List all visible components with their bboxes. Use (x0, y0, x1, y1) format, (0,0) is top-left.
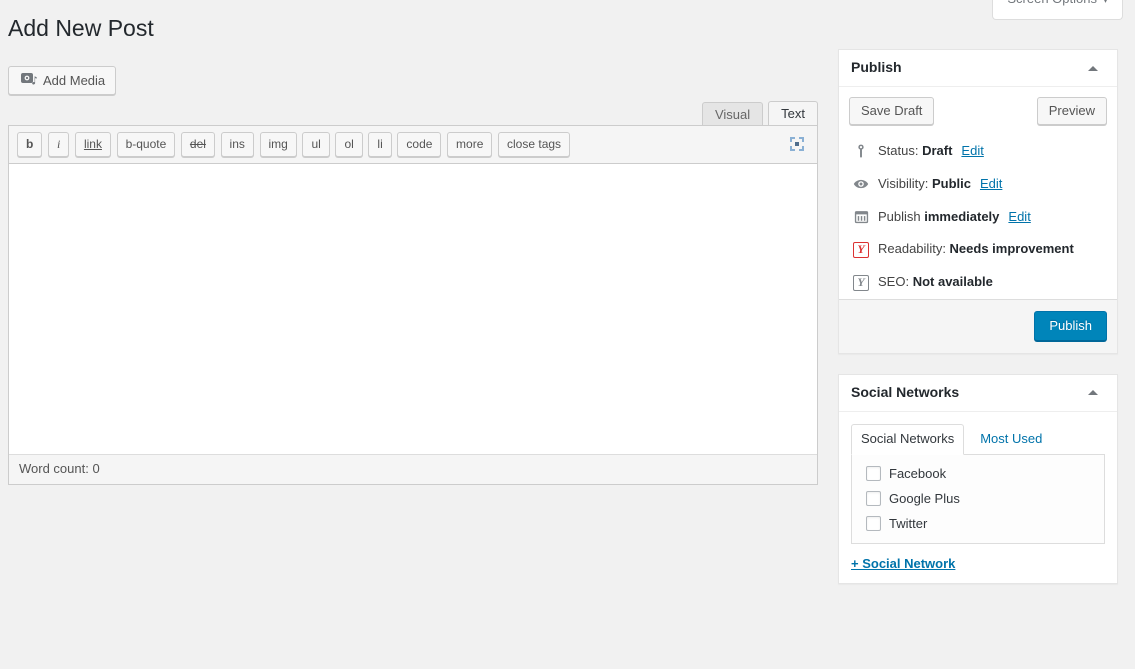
quicktag-b-quote[interactable]: b-quote (116, 132, 176, 157)
readability-value: Needs improvement (949, 241, 1074, 257)
readability-text: Readability: Needs improvement (878, 239, 1074, 260)
triangle-up-shape (1088, 65, 1098, 71)
tab-visual[interactable]: Visual (701, 102, 764, 126)
publish-postbox-header: Publish (839, 50, 1117, 87)
quicktag-ul[interactable]: ul (302, 132, 330, 157)
readability-prefix: Readability: (878, 241, 950, 257)
screen-options-tab[interactable]: Screen Options ▾ (992, 0, 1123, 20)
social-networks-title: Social Networks (851, 384, 960, 401)
list-item: Facebook (866, 465, 1094, 483)
fullscreen-expand-icon[interactable] (785, 132, 809, 156)
sidebar-postbox-container: Publish Save Draft Preview Status: Draft… (838, 49, 1118, 604)
checkbox-label-google-plus: Google Plus (889, 490, 960, 506)
social-networks-checklist: Facebook Google Plus Twitter (866, 465, 1094, 533)
post-visibility-text: Visibility: Public (878, 174, 971, 195)
readability-row: Y Readability: Needs improvement (849, 233, 1107, 266)
social-networks-tabs: Social Networks Most Used (851, 423, 1105, 455)
draft-preview-row: Save Draft Preview (849, 97, 1107, 135)
media-icon (19, 70, 39, 90)
seo-row: Y SEO: Not available (849, 266, 1107, 299)
add-media-button[interactable]: Add Media (8, 66, 117, 95)
tab-item-social-networks: Social Networks (851, 423, 965, 455)
preview-button[interactable]: Preview (1036, 97, 1107, 125)
publish-major-actions: Publish (839, 298, 1117, 353)
quicktag-li[interactable]: li (368, 132, 392, 157)
quicktags-toolbar: b i link b-quote del ins img ul ol li co… (9, 126, 817, 164)
edit-status-link[interactable]: Edit (961, 141, 983, 162)
seo-prefix: SEO: (878, 274, 913, 290)
quicktag-del[interactable]: del (180, 132, 215, 157)
checkbox-twitter[interactable] (866, 516, 881, 532)
checkbox-facebook[interactable] (866, 466, 881, 482)
quicktag-img[interactable]: img (259, 132, 297, 157)
quicktag-b[interactable]: b (17, 132, 43, 157)
yoast-badge-red: Y (853, 241, 869, 258)
quicktag-link[interactable]: link (74, 132, 111, 157)
editor-wrap: Visual Text b i link b-quote del ins img… (8, 101, 818, 485)
publish-minor-actions: Save Draft Preview Status: Draft Edit Vi… (839, 87, 1117, 299)
post-schedule-value: immediately (924, 208, 1000, 224)
tab-social-networks[interactable]: Social Networks (851, 423, 965, 455)
post-content-textarea[interactable] (9, 164, 817, 454)
triangle-up-shape (1088, 390, 1098, 396)
tab-most-used[interactable]: Most Used (970, 424, 1052, 455)
edit-visibility-link[interactable]: Edit (980, 174, 1002, 195)
post-status-row: Status: Draft Edit (849, 135, 1107, 168)
quicktag-ins[interactable]: ins (220, 132, 254, 157)
publish-button[interactable]: Publish (1034, 311, 1107, 342)
social-networks-header: Social Networks (839, 375, 1117, 412)
yoast-badge-grey: Y (853, 274, 869, 291)
tab-item-most-used: Most Used (970, 424, 1052, 455)
word-count-status: Word count: 0 (9, 454, 817, 484)
yoast-readability-icon: Y (851, 240, 871, 260)
quicktag-code[interactable]: code (397, 132, 442, 157)
publish-postbox: Publish Save Draft Preview Status: Draft… (838, 49, 1118, 354)
social-networks-inside: Social Networks Most Used Facebook Googl… (839, 412, 1117, 583)
quicktag-i[interactable]: i (47, 132, 70, 157)
yoast-seo-icon: Y (851, 273, 871, 293)
post-visibility-prefix: Visibility: (878, 175, 932, 191)
post-schedule-row: Publish immediately Edit (849, 201, 1107, 234)
social-networks-tab-list: Social Networks Most Used (851, 423, 1058, 455)
editor-container: b i link b-quote del ins img ul ol li co… (8, 125, 818, 485)
post-visibility-row: Visibility: Public Edit (849, 168, 1107, 201)
quicktag-ol[interactable]: ol (335, 132, 363, 157)
post-schedule-text: Publish immediately (878, 207, 999, 228)
editor-column: Add Media Visual Text b i link b-quote d… (8, 66, 818, 485)
publish-postbox-title: Publish (851, 59, 902, 76)
chevron-down-icon: ▾ (1102, 0, 1108, 6)
add-social-network-link[interactable]: + Social Network (851, 556, 955, 571)
checkbox-label-facebook: Facebook (889, 465, 947, 481)
list-item: Google Plus (866, 490, 1094, 508)
save-draft-button[interactable]: Save Draft (849, 97, 935, 125)
visibility-eye-icon (851, 174, 871, 194)
post-status-text: Status: Draft (878, 141, 952, 162)
seo-value: Not available (912, 274, 993, 290)
checkbox-label-twitter: Twitter (889, 515, 928, 531)
page-title: Add New Post (8, 15, 154, 41)
chevron-up-icon[interactable] (1081, 381, 1105, 405)
chevron-up-icon[interactable] (1081, 56, 1105, 80)
quicktag-close-tags[interactable]: close tags (498, 132, 571, 157)
editor-mode-tabs: Visual Text (697, 101, 818, 126)
seo-text: SEO: Not available (878, 272, 993, 293)
tab-text[interactable]: Text (768, 101, 818, 126)
media-buttons-row: Add Media (8, 66, 818, 95)
list-item: Twitter (866, 515, 1094, 533)
admin-page: Screen Options ▾ Add New Post Add Media V… (0, 0, 1135, 669)
edit-schedule-link[interactable]: Edit (1008, 207, 1030, 228)
add-media-label: Add Media (43, 72, 106, 88)
social-networks-panel: Facebook Google Plus Twitter (851, 453, 1105, 544)
calendar-icon (851, 207, 871, 227)
post-schedule-prefix: Publish (878, 208, 925, 224)
post-status-value: Draft (922, 143, 953, 158)
checkbox-google-plus[interactable] (866, 491, 881, 507)
social-networks-postbox: Social Networks Social Networks Most Use… (838, 373, 1118, 584)
quicktag-more[interactable]: more (447, 132, 493, 157)
post-status-pin-icon (851, 141, 871, 161)
post-visibility-value: Public (931, 175, 971, 191)
screen-options-label: Screen Options (1007, 0, 1097, 6)
post-status-prefix: Status: (878, 143, 923, 158)
